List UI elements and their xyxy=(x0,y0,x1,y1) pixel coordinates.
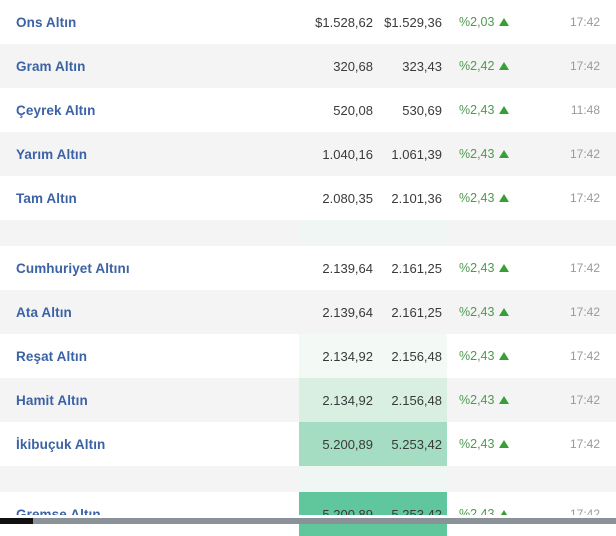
change-percent: %2,43 xyxy=(459,147,495,161)
table-row[interactable]: Tam Altın 2.080,35 2.101,36 %2,43 17:42 xyxy=(0,176,616,220)
buy-price: 2.080,35 xyxy=(322,190,373,206)
buy-price: $1.528,62 xyxy=(315,14,373,30)
update-time: 17:42 xyxy=(569,59,600,73)
direction-cell xyxy=(499,259,539,277)
sell-price: 5.253,42 xyxy=(391,436,442,452)
table-row[interactable]: Hamit Altın 2.134,92 2.156,48 %2,43 17:42 xyxy=(0,378,616,422)
update-time: 17:42 xyxy=(569,437,600,451)
highlight-band xyxy=(299,220,447,246)
instrument-name-link[interactable]: Çeyrek Altın xyxy=(0,103,299,118)
buy-price: 1.040,16 xyxy=(322,146,373,162)
update-time: 17:42 xyxy=(569,15,600,29)
sell-price: 2.156,48 xyxy=(391,348,442,364)
sell-price: 2.161,25 xyxy=(391,260,442,276)
update-time: 17:42 xyxy=(569,393,600,407)
direction-cell xyxy=(499,391,539,409)
sell-price: 323,43 xyxy=(402,58,442,74)
update-time: 17:42 xyxy=(569,349,600,363)
change-percent: %2,43 xyxy=(459,393,495,407)
change-percent: %2,42 xyxy=(459,59,495,73)
buy-price: 2.134,92 xyxy=(322,392,373,408)
instrument-name-link[interactable]: Ata Altın xyxy=(0,305,299,320)
direction-cell xyxy=(499,101,539,119)
instrument-name-link[interactable]: Ons Altın xyxy=(0,15,299,30)
triangle-up-icon xyxy=(499,264,509,272)
sell-price: 2.101,36 xyxy=(391,190,442,206)
triangle-up-icon xyxy=(499,352,509,360)
instrument-name-link[interactable]: Reşat Altın xyxy=(0,349,299,364)
change-percent: %2,43 xyxy=(459,103,495,117)
change-percent: %2,43 xyxy=(459,437,495,451)
table-group-separator xyxy=(0,220,616,246)
triangle-up-icon xyxy=(499,18,509,26)
update-time: 11:48 xyxy=(570,103,600,117)
instrument-name-link[interactable]: Gram Altın xyxy=(0,59,299,74)
table-row[interactable]: Yarım Altın 1.040,16 1.061,39 %2,43 17:42 xyxy=(0,132,616,176)
direction-cell xyxy=(499,145,539,163)
triangle-up-icon xyxy=(499,150,509,158)
table-group-separator xyxy=(0,466,616,492)
table-row[interactable]: Reşat Altın 2.134,92 2.156,48 %2,43 17:42 xyxy=(0,334,616,378)
scrollbar-left-cap xyxy=(0,518,33,524)
sell-price: 2.161,25 xyxy=(391,304,442,320)
buy-price: 520,08 xyxy=(333,102,373,118)
instrument-name-link[interactable]: Hamit Altın xyxy=(0,393,299,408)
triangle-up-icon xyxy=(499,308,509,316)
table-row[interactable]: Gram Altın 320,68 323,43 %2,42 17:42 xyxy=(0,44,616,88)
table-row[interactable]: İkibuçuk Altın 5.200,89 5.253,42 %2,43 17:42 xyxy=(0,422,616,466)
update-time: 17:42 xyxy=(569,191,600,205)
direction-cell xyxy=(499,347,539,365)
table-row[interactable]: Ons Altın $1.528,62 $1.529,36 %2,03 17:42 xyxy=(0,0,616,44)
update-time: 17:42 xyxy=(569,147,600,161)
table-row[interactable]: Çeyrek Altın 520,08 530,69 %2,43 11:48 xyxy=(0,88,616,132)
instrument-name-link[interactable]: Cumhuriyet Altını xyxy=(0,261,299,276)
change-percent: %2,03 xyxy=(459,15,495,29)
sell-price: 1.061,39 xyxy=(391,146,442,162)
buy-price: 2.139,64 xyxy=(322,260,373,276)
instrument-name-link[interactable]: İkibuçuk Altın xyxy=(0,437,299,452)
direction-cell xyxy=(499,57,539,75)
highlight-band xyxy=(299,466,447,492)
buy-price: 2.134,92 xyxy=(322,348,373,364)
triangle-up-icon xyxy=(499,194,509,202)
update-time: 17:42 xyxy=(569,305,600,319)
change-percent: %2,43 xyxy=(459,261,495,275)
sell-price: 530,69 xyxy=(402,102,442,118)
direction-cell xyxy=(499,303,539,321)
table-row[interactable]: Ata Altın 2.139,64 2.161,25 %2,43 17:42 xyxy=(0,290,616,334)
sell-price: 2.156,48 xyxy=(391,392,442,408)
direction-cell xyxy=(499,189,539,207)
instrument-name-link[interactable]: Yarım Altın xyxy=(0,147,299,162)
direction-cell xyxy=(499,435,539,453)
change-percent: %2,43 xyxy=(459,305,495,319)
change-percent: %2,43 xyxy=(459,349,495,363)
buy-price: 5.200,89 xyxy=(322,436,373,452)
sell-price: $1.529,36 xyxy=(384,14,442,30)
buy-price: 320,68 xyxy=(333,58,373,74)
update-time: 17:42 xyxy=(569,261,600,275)
table-row[interactable]: Cumhuriyet Altını 2.139,64 2.161,25 %2,43 17… xyxy=(0,246,616,290)
triangle-up-icon xyxy=(499,396,509,404)
triangle-up-icon xyxy=(499,106,509,114)
triangle-up-icon xyxy=(499,440,509,448)
scrollbar-thumb[interactable] xyxy=(33,518,616,524)
instrument-name-link[interactable]: Tam Altın xyxy=(0,191,299,206)
triangle-up-icon xyxy=(499,62,509,70)
table-row[interactable]: Gremse Altın 5.200,89 5.253,42 %2,43 17:42 xyxy=(0,492,616,536)
buy-price: 2.139,64 xyxy=(322,304,373,320)
gold-price-table: Ons Altın $1.528,62 $1.529,36 %2,03 17:42 Gra… xyxy=(0,0,616,536)
horizontal-scrollbar[interactable] xyxy=(0,515,616,524)
change-percent: %2,43 xyxy=(459,191,495,205)
direction-cell xyxy=(499,13,539,31)
